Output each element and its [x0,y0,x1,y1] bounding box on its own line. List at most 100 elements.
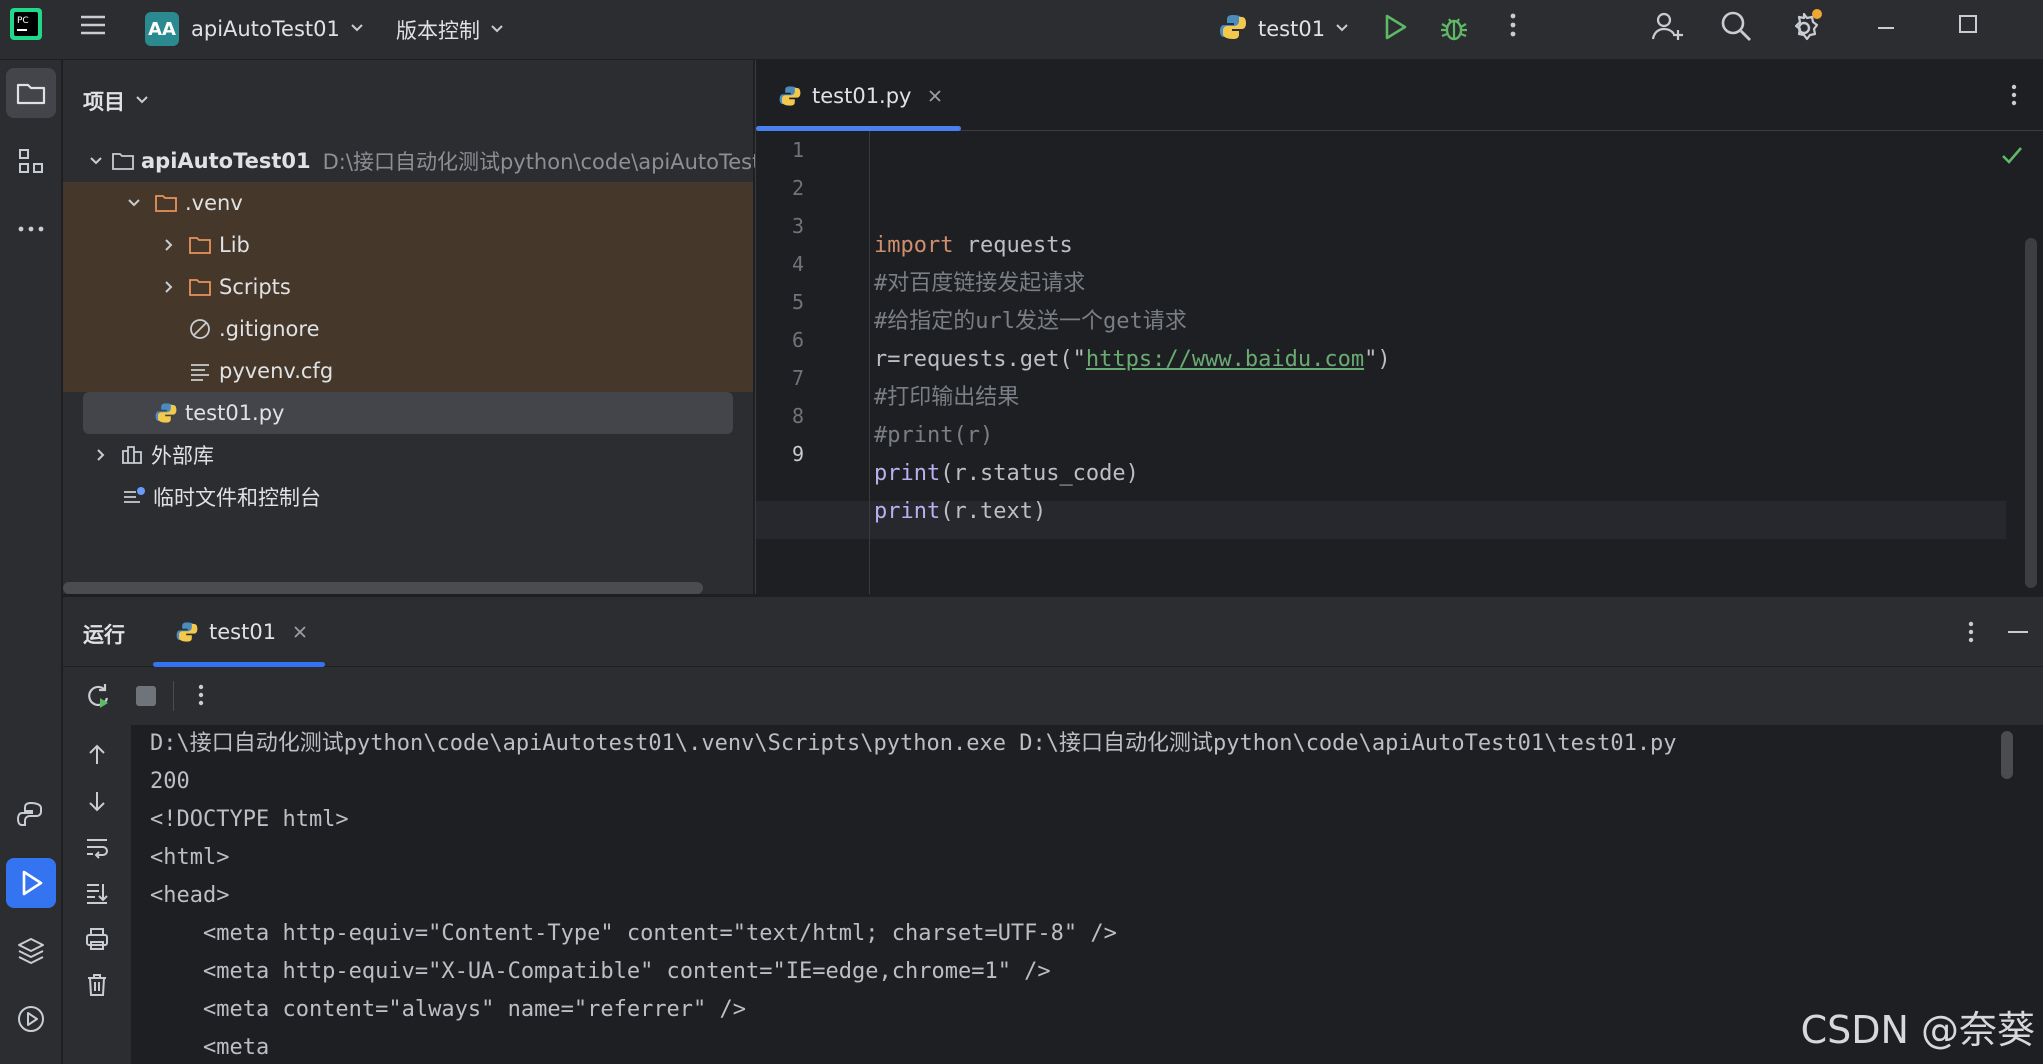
tree-item-label: 临时文件和控制台 [153,486,321,510]
run-tab-label: test01 [209,620,277,644]
console-vertical-scrollbar[interactable] [2001,731,2013,779]
console-side-toolbar [63,725,131,1064]
chevron-down-icon[interactable] [87,148,105,174]
chevron-down-icon[interactable] [121,190,147,216]
tab-label: test01.py [812,83,912,108]
tree-item-scratches[interactable]: 临时文件和控制台 [63,476,753,518]
chevron-down-icon [348,18,366,40]
editor-tab-bar: test01.py [756,60,2043,131]
trash-icon[interactable] [81,969,113,1001]
arrow-up-icon[interactable] [81,739,113,771]
line-number-gutter: 1 2 3 4 5 6 7 8 9 [756,131,869,594]
minimize-window-icon[interactable] [1874,16,1898,40]
pycharm-logo-icon[interactable]: PC [10,8,42,40]
run-toolbar-more-icon[interactable] [189,681,213,713]
run-panel-more-icon[interactable] [1959,619,1983,649]
code-line-4[interactable]: #给指定的url发送一个get请求 [874,303,1187,341]
line-number: 3 [791,214,804,238]
scroll-to-end-icon[interactable] [81,877,113,909]
python-console-tool-button[interactable] [6,790,56,840]
code-line-5[interactable]: r=requests.get("https://www.baidu.com") [874,341,1391,379]
editor-vertical-scrollbar[interactable] [2025,238,2037,588]
run-button[interactable] [1380,12,1410,42]
soft-wrap-icon[interactable] [81,831,113,863]
code-with-me-icon[interactable] [1650,8,1686,44]
inspection-ok-icon[interactable] [1999,142,2025,172]
structure-tool-button[interactable] [6,136,56,186]
line-number: 7 [791,366,804,390]
line-number: 6 [791,328,804,352]
left-tool-strip [0,60,62,1064]
url-link: https://www.baidu.com [1085,347,1365,372]
project-panel-header[interactable]: 项目 [83,86,151,116]
python-file-icon [778,84,802,108]
tab-test01-py[interactable]: test01.py [756,60,961,131]
python-console-icon [16,801,42,826]
arrow-down-icon[interactable] [81,785,113,817]
line-number: 1 [791,138,804,162]
code-line-9[interactable]: print(r.text) [874,493,1046,531]
tree-item-lib[interactable]: Lib [63,224,753,266]
debug-button[interactable] [1438,12,1470,44]
text-file-icon [187,358,213,384]
code-line-3[interactable]: #对百度链接发起请求 [874,265,1085,303]
console-line: <meta http-equiv="X-UA-Compatible" conte… [150,959,1051,984]
layers-tool-button[interactable] [6,926,56,976]
tree-item-label: 外部库 [151,444,214,468]
tree-item-gitignore[interactable]: .gitignore [63,308,753,350]
vcs-label: 版本控制 [396,19,480,43]
project-tool-button[interactable] [6,68,56,118]
services-icon [18,1006,44,1032]
tree-item-scripts[interactable]: Scripts [63,266,753,308]
code-line-8[interactable]: print(r.status_code) [874,455,1139,493]
rerun-icon[interactable] [83,681,113,715]
tree-item-venv[interactable]: .venv [63,182,753,224]
run-panel-title: 运行 [83,623,125,647]
python-file-icon [1218,12,1248,46]
chevron-down-icon [133,89,151,113]
print-icon[interactable] [81,923,113,955]
chevron-right-icon[interactable] [155,274,181,300]
tree-item-test01-py[interactable]: test01.py [83,392,733,434]
folder-icon [111,148,135,174]
services-tool-button[interactable] [6,994,56,1044]
title-bar: PC AA apiAutoTest01 版本控制 test01 [0,0,2043,60]
tree-item-pyvenv-cfg[interactable]: pyvenv.cfg [63,350,753,392]
code-line-6[interactable]: #打印输出结果 [874,379,1019,417]
run-tool-button[interactable] [6,858,56,908]
tree-item-label: test01.py [185,401,285,425]
settings-gear-icon[interactable] [1786,6,1826,46]
run-tab-test01[interactable]: test01 [153,597,325,667]
code-line-2[interactable]: import requests [874,227,1073,265]
chevron-right-icon[interactable] [87,442,113,468]
tree-item-external-libraries[interactable]: 外部库 [63,434,753,476]
main-menu-icon[interactable] [78,10,108,40]
tree-item-project-root[interactable]: apiAutoTest01 D:\接口自动化测试python\code\apiA… [63,140,760,182]
console-line: <head> [150,883,230,908]
run-icon [22,870,43,896]
project-name: apiAutoTest01 [191,17,340,41]
tree-item-label: .gitignore [219,317,320,341]
close-tab-icon[interactable] [927,88,943,104]
tree-item-label: .venv [185,191,243,215]
project-switcher[interactable]: AA apiAutoTest01 [145,12,366,46]
structure-icon [19,149,43,173]
run-panel: 运行 test01 D:\接口自动化测试python\code\apiAutot… [63,596,2043,1064]
run-config-selector[interactable]: test01 [1218,12,1351,46]
search-icon[interactable] [1718,8,1754,44]
project-horizontal-scrollbar[interactable] [63,582,703,594]
console-output[interactable]: D:\接口自动化测试python\code\apiAutotest01\.ven… [131,725,2043,1064]
layers-icon [18,938,44,964]
hide-panel-icon[interactable] [2005,621,2031,647]
chevron-right-icon[interactable] [155,232,181,258]
tree-item-label: pyvenv.cfg [219,359,334,383]
vcs-menu[interactable]: 版本控制 [396,15,506,45]
stop-icon[interactable] [133,683,159,713]
close-tab-icon[interactable] [292,624,308,640]
more-tools-button[interactable] [6,204,56,254]
project-badge: AA [145,12,179,46]
editor-more-icon[interactable] [2002,82,2026,112]
maximize-window-icon[interactable] [1956,12,1980,36]
more-actions-icon[interactable] [1498,10,1528,40]
code-line-7[interactable]: #print(r) [874,417,993,455]
